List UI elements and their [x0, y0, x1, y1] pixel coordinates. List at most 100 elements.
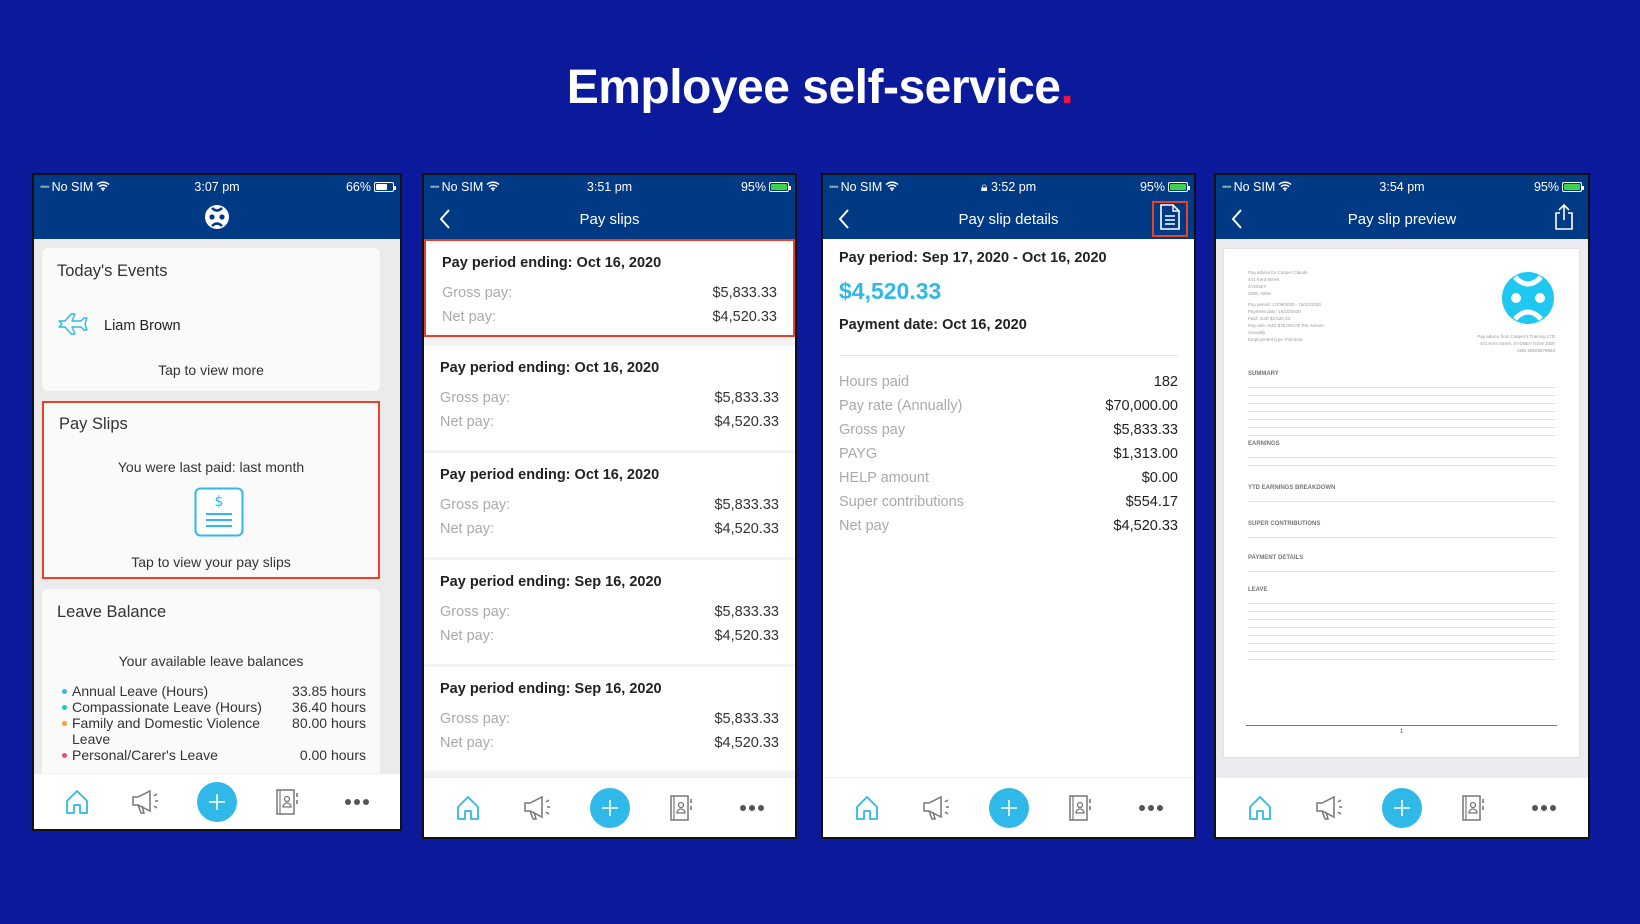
- gross-pay-row: Gross pay: $5,833.33: [442, 285, 777, 301]
- tab-add[interactable]: [589, 787, 630, 828]
- detail-value: $554.17: [1125, 494, 1178, 510]
- document-table-rule: [1248, 435, 1555, 436]
- company-logo-icon: [1501, 271, 1555, 330]
- employer-address-block: Pay advice from Casper's Training LTD 441…: [1477, 333, 1555, 354]
- pay-slip-document-preview[interactable]: Pay advice for Casper Claude 441 Kent Str…: [1224, 249, 1579, 757]
- leave-row: Personal/Carer's Leave 0.00 hours: [62, 747, 366, 763]
- view-document-button[interactable]: [1152, 201, 1188, 237]
- battery-charging-icon: [1562, 182, 1584, 192]
- detail-row: Pay rate (Annually) $70,000.00: [839, 394, 1178, 418]
- tab-announcements[interactable]: [918, 788, 958, 828]
- back-chevron-icon[interactable]: [1226, 206, 1250, 232]
- tab-home[interactable]: [448, 788, 488, 828]
- home-icon: [1248, 795, 1272, 821]
- pay-period-heading: Pay period ending: Oct 16, 2020: [440, 467, 660, 483]
- pay-slip-item[interactable]: Pay period ending: Oct 16, 2020 Gross pay…: [424, 239, 795, 337]
- leave-type: Compassionate Leave (Hours): [72, 699, 262, 715]
- gross-pay-label: Gross pay:: [440, 497, 511, 513]
- leave-type: Personal/Carer's Leave: [72, 747, 218, 763]
- view-pay-slips-link[interactable]: Tap to view your pay slips: [44, 554, 378, 570]
- net-pay-value: $4,520.33: [712, 309, 777, 325]
- nav-bar: Pay slip details: [823, 199, 1194, 239]
- tab-add[interactable]: [988, 787, 1029, 828]
- pay-slip-item[interactable]: Pay period ending: Sep 16, 2020 Gross pay…: [424, 560, 795, 664]
- tab-more[interactable]: [1131, 788, 1171, 828]
- pay-slip-item[interactable]: Pay period ending: Sep 16, 2020 Gross pay…: [424, 667, 795, 771]
- detail-value: $0.00: [1141, 470, 1178, 486]
- status-bar: •••• No SIM 🔒︎ 3:52 pm 95%: [823, 175, 1194, 199]
- tab-directory[interactable]: [1060, 788, 1100, 828]
- screen-title: Pay slips: [579, 210, 640, 228]
- pay-slip-item[interactable]: Pay period ending: Oct 16, 2020 Gross pay…: [424, 346, 795, 450]
- more-icon: [344, 798, 370, 806]
- last-paid-text: You were last paid: last month: [117, 459, 305, 475]
- tab-directory[interactable]: [267, 782, 307, 822]
- leave-type: Annual Leave (Hours): [72, 683, 209, 699]
- doc-line: Pay period: 17/09/2020 - 16/10/2020: [1248, 302, 1322, 307]
- tab-directory[interactable]: [1453, 788, 1493, 828]
- detail-row: Hours paid 182: [839, 370, 1178, 394]
- leave-bullet-icon: [62, 753, 67, 758]
- leave-balance-card[interactable]: Leave Balance Your available leave balan…: [42, 589, 380, 789]
- phone-pay-slips-list: •••• No SIM 3:51 pm 95% Pay slips Pay per…: [422, 173, 797, 839]
- screen-title: Pay slip preview: [1347, 210, 1457, 228]
- tab-add[interactable]: [197, 781, 237, 822]
- tab-more[interactable]: [1524, 788, 1564, 828]
- pay-period-heading: Pay period ending: Sep 16, 2020: [440, 574, 662, 590]
- leave-hours: 80.00 hours: [292, 715, 366, 731]
- tab-home[interactable]: [847, 788, 887, 828]
- tab-home[interactable]: [57, 782, 97, 822]
- gross-pay-label: Gross pay:: [442, 285, 513, 301]
- plane-icon: [57, 312, 89, 343]
- net-pay-row: Net pay: $4,520.33: [442, 309, 777, 325]
- tab-bar: [823, 777, 1194, 837]
- plus-icon: [999, 798, 1019, 818]
- document-table-rule: [1248, 611, 1555, 612]
- tab-more[interactable]: [732, 788, 772, 828]
- tab-announcements[interactable]: [127, 782, 167, 822]
- pay-slip-item[interactable]: Pay period ending: Oct 16, 2020 Gross pay…: [424, 453, 795, 557]
- tab-add[interactable]: [1381, 787, 1422, 828]
- pay-period-heading: Pay period ending: Sep 16, 2020: [440, 681, 662, 697]
- wifi-icon: [885, 180, 899, 194]
- tab-directory[interactable]: [661, 788, 701, 828]
- tab-home[interactable]: [1240, 788, 1280, 828]
- document-table-rule: [1248, 427, 1555, 428]
- tab-announcements[interactable]: [1311, 788, 1351, 828]
- document-table-rule: [1248, 651, 1555, 652]
- document-table-rule: [1248, 465, 1555, 466]
- tab-more[interactable]: [337, 782, 377, 822]
- document-table-rule: [1248, 571, 1555, 572]
- document-table-rule: [1248, 603, 1555, 604]
- share-button[interactable]: [1546, 201, 1582, 237]
- home-icon: [65, 789, 89, 815]
- phone-home-screen: •••• No SIM 3:07 pm 66% Today's Events Li…: [32, 173, 402, 831]
- back-chevron-icon[interactable]: [833, 206, 857, 232]
- pay-slips-card[interactable]: Pay Slips You were last paid: last month…: [42, 401, 380, 579]
- net-pay-row: Net pay: $4,520.33: [440, 521, 779, 537]
- back-chevron-icon[interactable]: [434, 206, 458, 232]
- pay-slip-summary: Pay period: Sep 17, 2020 - Oct 16, 2020 …: [839, 239, 1178, 538]
- document-table-rule: [1248, 501, 1555, 502]
- tab-announcements[interactable]: [519, 788, 559, 828]
- document-section-heading: SUMMARY: [1248, 371, 1279, 377]
- detail-value: 182: [1153, 374, 1178, 390]
- plus-icon: [207, 792, 227, 812]
- leave-label: Family and Domestic Violence Leave: [62, 715, 277, 747]
- gross-pay-label: Gross pay:: [440, 711, 511, 727]
- todays-events-card[interactable]: Today's Events Liam Brown Tap to view mo…: [42, 248, 380, 391]
- view-more-link[interactable]: Tap to view more: [42, 362, 380, 378]
- contacts-book-icon: [1067, 794, 1093, 822]
- wifi-icon: [1278, 180, 1292, 194]
- net-pay-label: Net pay:: [442, 309, 496, 325]
- detail-label: Pay rate (Annually): [839, 398, 963, 414]
- document-icon: [1159, 204, 1181, 234]
- document-table-rule: [1248, 395, 1555, 396]
- nav-bar: Pay slips: [424, 199, 795, 239]
- document-table-rule: [1248, 419, 1555, 420]
- document-section-heading: LEAVE: [1248, 587, 1268, 593]
- net-pay-row: Net pay: $4,520.33: [440, 414, 779, 430]
- leave-bullet-icon: [62, 705, 67, 710]
- doc-line: 441 Kent Street: [1248, 277, 1280, 282]
- svg-text:$: $: [215, 494, 224, 510]
